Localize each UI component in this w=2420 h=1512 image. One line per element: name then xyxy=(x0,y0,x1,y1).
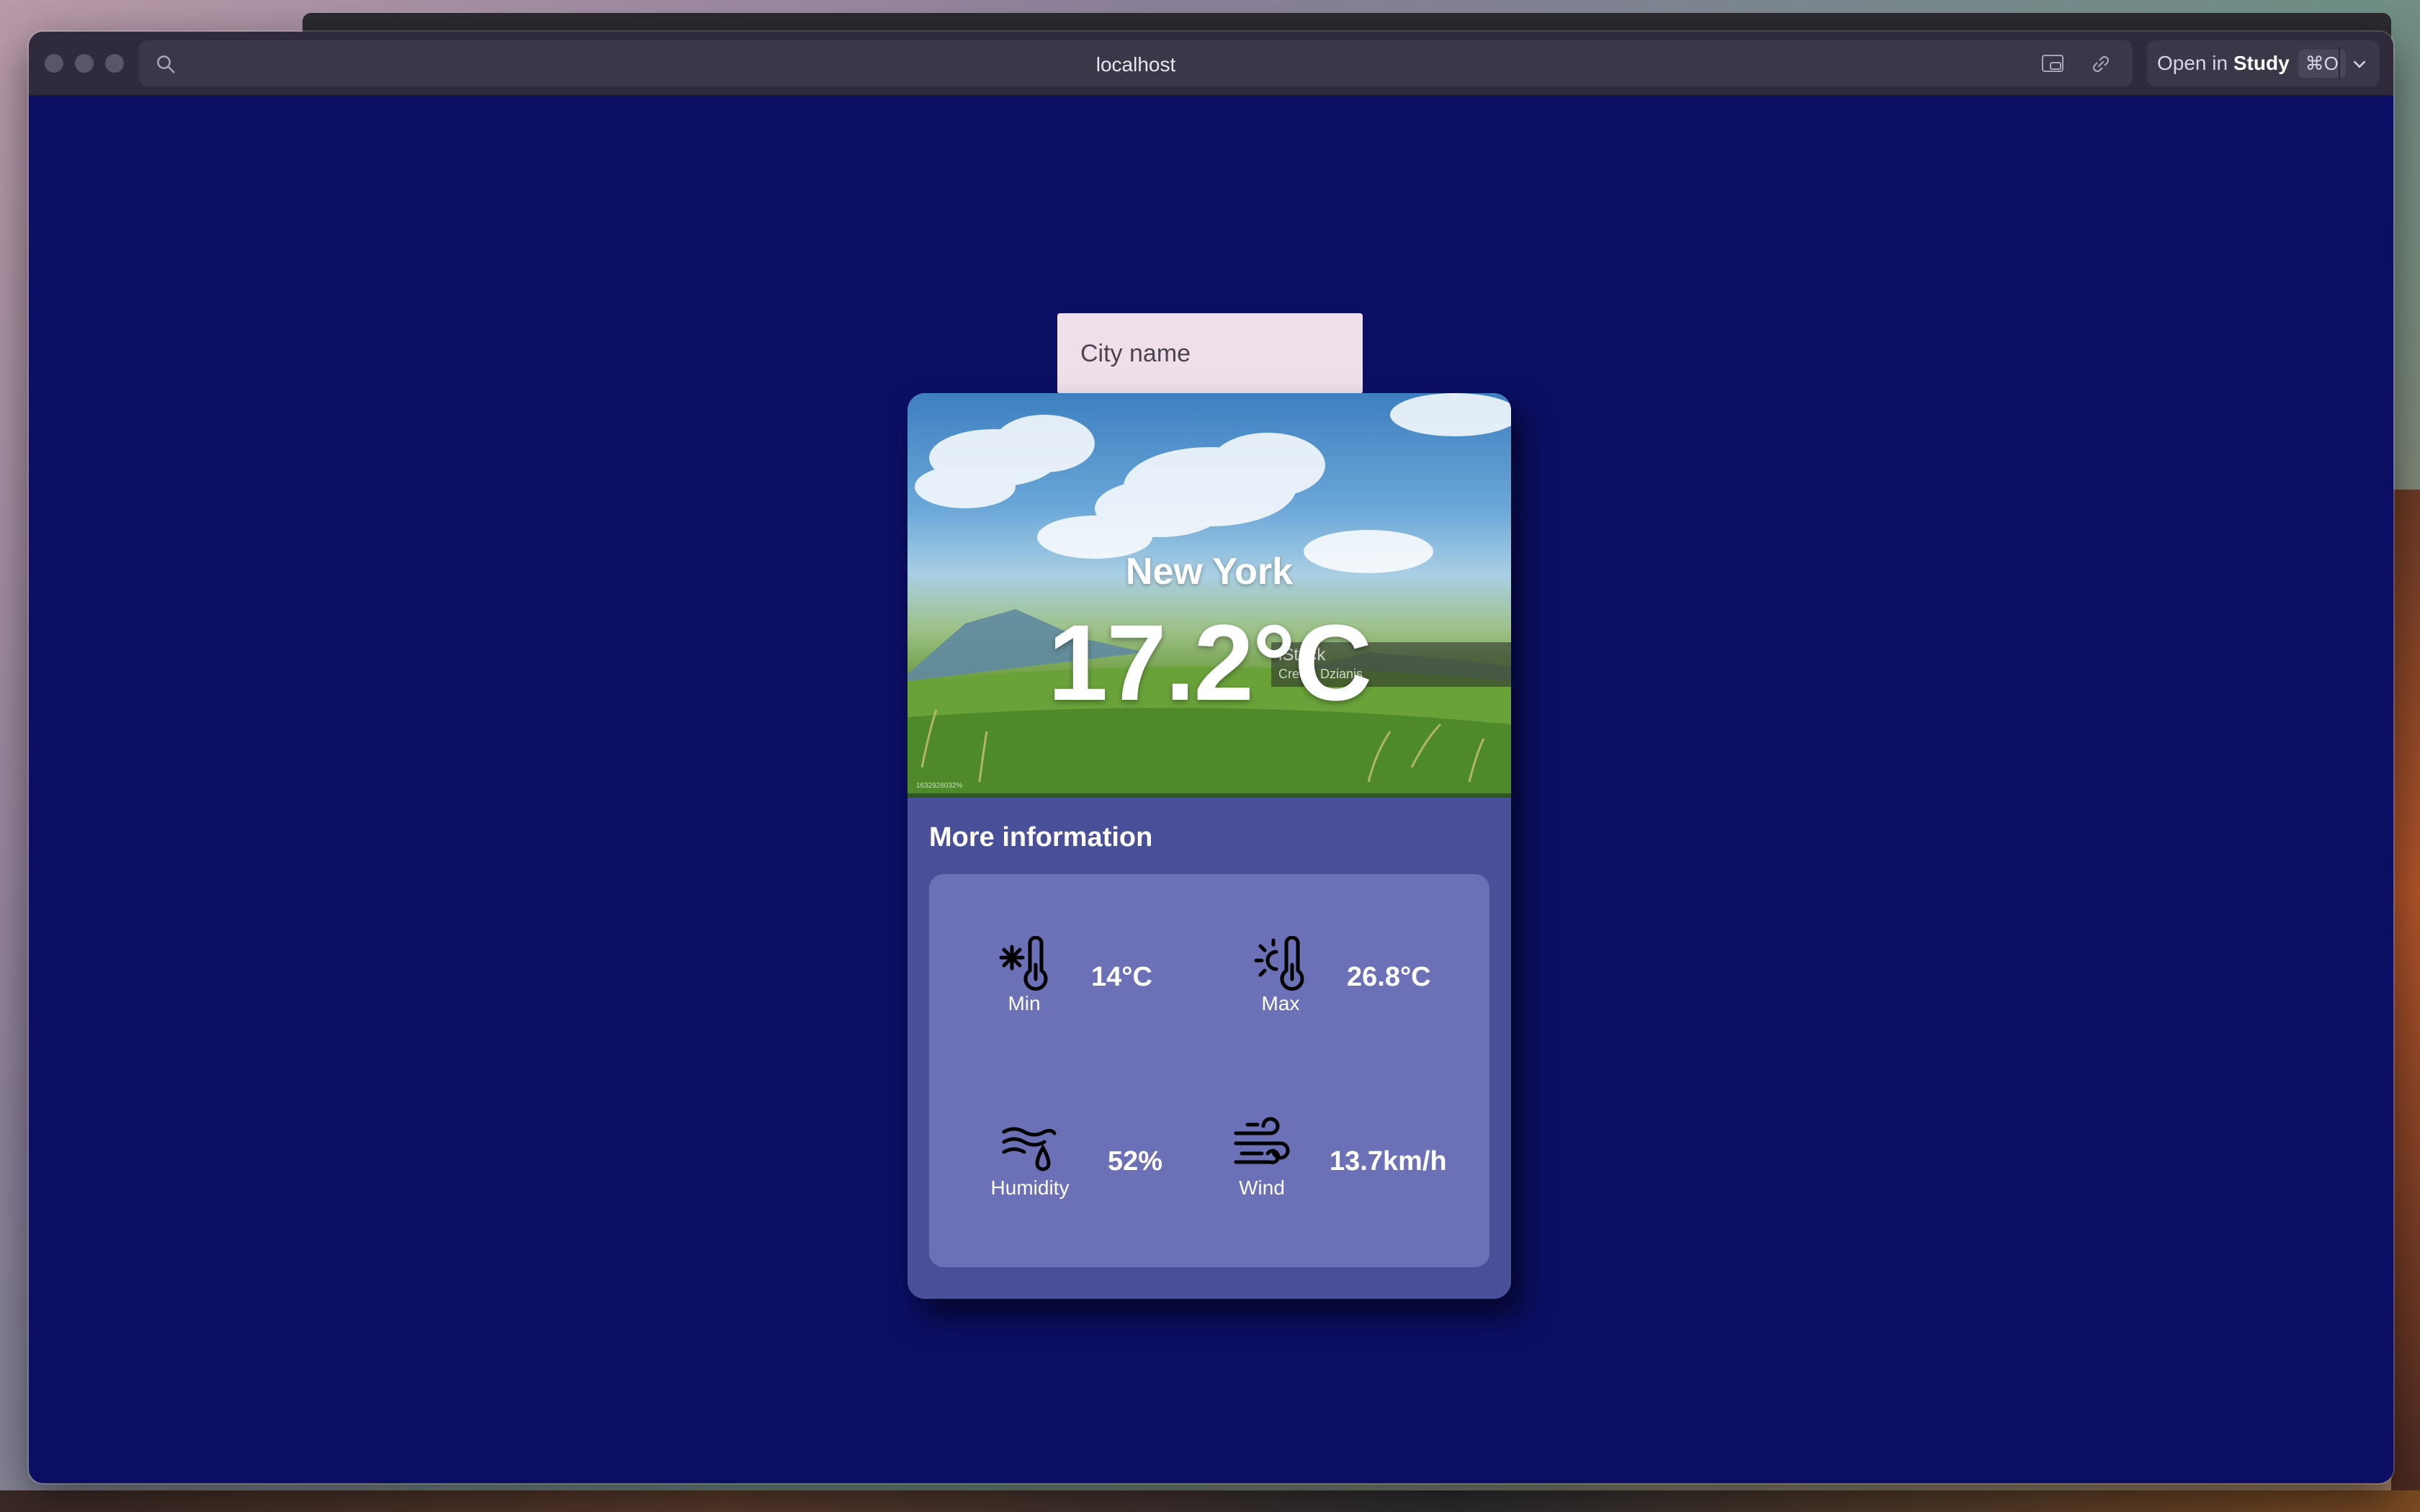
wind-icon xyxy=(1234,1117,1290,1164)
address-bar[interactable]: localhost xyxy=(139,40,2133,86)
page-content: iStock Credit: Dzianis 1632926032% New Y… xyxy=(29,98,2393,1483)
close-window-button[interactable] xyxy=(45,54,63,73)
city-search-input[interactable] xyxy=(1057,313,1363,394)
stat-max-label: Max xyxy=(1261,992,1300,1014)
image-stock-id: 1632926032% xyxy=(916,782,963,790)
stats-panel: Min 14°C Max 26.8°C Humidity 52% Wind 13… xyxy=(929,874,1489,1267)
stat-min-value: 14°C xyxy=(1091,962,1152,992)
thermometer-hot-icon xyxy=(1254,936,1304,991)
city-name: New York xyxy=(1125,551,1294,593)
url-text: localhost xyxy=(1095,53,1176,76)
stat-humidity-label: Humidity xyxy=(990,1176,1070,1199)
current-temperature: 17.2°C xyxy=(1047,602,1372,723)
chevron-down-icon[interactable] xyxy=(2349,53,2370,75)
minimize-window-button[interactable] xyxy=(75,54,94,73)
open-in-app-button[interactable]: Open in Study ⌘O xyxy=(2147,40,2380,86)
browser-toolbar: localhost Open in Study ⌘O xyxy=(29,32,2393,96)
stat-humidity-value: 52% xyxy=(1108,1146,1163,1176)
thermometer-cold-icon xyxy=(999,936,1048,991)
stat-wind-value: 13.7km/h xyxy=(1330,1146,1447,1176)
section-title: More information xyxy=(929,822,1153,852)
stat-wind-label: Wind xyxy=(1239,1176,1285,1199)
desktop-wallpaper-strip xyxy=(0,1490,2420,1512)
weather-card: iStock Credit: Dzianis 1632926032% New Y… xyxy=(908,393,1511,1299)
humidity-icon xyxy=(1002,1127,1057,1171)
open-in-label: Open in Study xyxy=(2157,52,2290,74)
zoom-window-button[interactable] xyxy=(105,54,124,73)
weather-hero-image: iStock Credit: Dzianis 1632926032% New Y… xyxy=(908,393,1511,798)
browser-window: localhost Open in Study ⌘O City name iSt… xyxy=(29,32,2393,1483)
stat-min-label: Min xyxy=(1008,992,1041,1014)
cast-icon[interactable] xyxy=(2040,52,2066,76)
landscape-illustration xyxy=(908,393,1511,798)
window-controls xyxy=(45,54,124,73)
link-icon[interactable] xyxy=(2088,52,2114,76)
desktop-wallpaper-edge xyxy=(2391,490,2420,1498)
divider xyxy=(2339,48,2340,79)
stat-max-value: 26.8°C xyxy=(1347,962,1431,992)
